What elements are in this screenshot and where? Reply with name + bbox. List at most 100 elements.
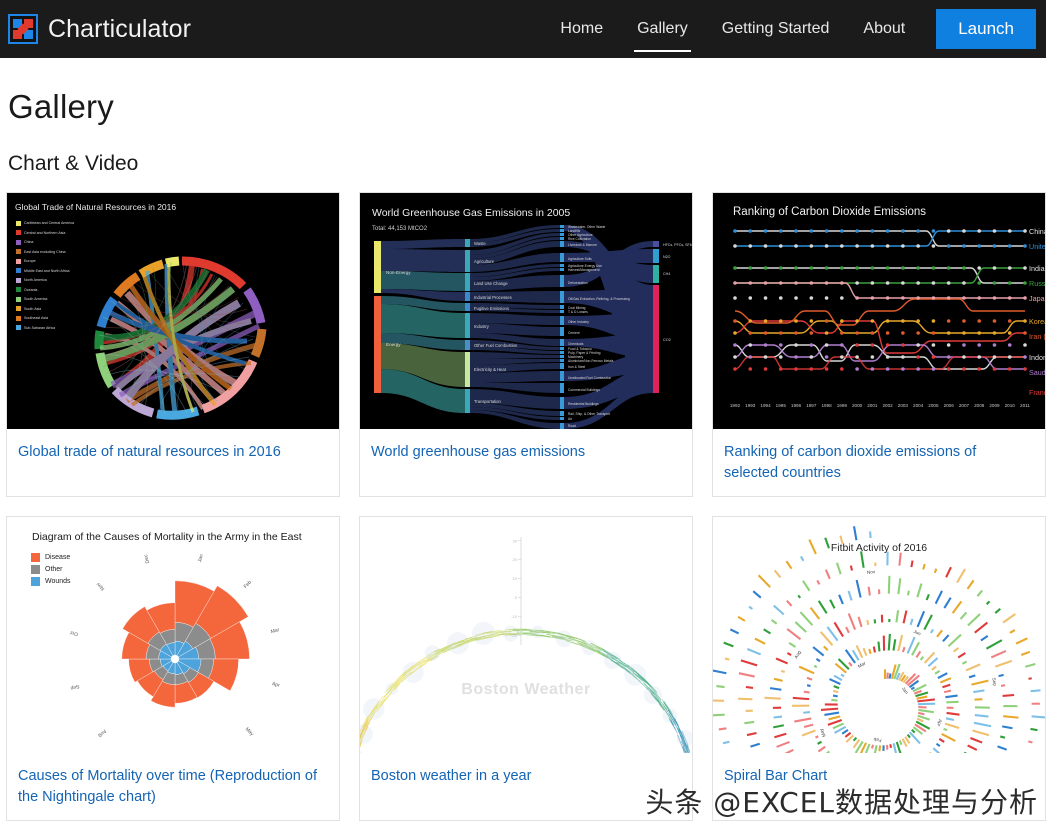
top-navbar: Charticulator Home Gallery Getting Start… [0, 0, 1046, 58]
svg-text:Other Fuel Combustion: Other Fuel Combustion [474, 343, 518, 348]
legend-swatch [16, 239, 21, 245]
chart-thumbnail-bump[interactable]: China United India Russia Japan Korea, I… [713, 193, 1045, 429]
radial-weather-chart: -20 -10 0 10 20 30 [360, 537, 692, 753]
svg-text:Apr: Apr [271, 681, 280, 689]
chart-thumbnail-boston-weather[interactable]: -20 -10 0 10 20 30 Boston Weather [360, 517, 692, 753]
svg-text:Livestock & Manure: Livestock & Manure [568, 243, 597, 247]
svg-text:2003: 2003 [898, 403, 909, 408]
svg-text:India: India [1029, 264, 1045, 273]
card-caption[interactable]: Causes of Mortality over time (Reproduct… [7, 753, 339, 808]
legend-item: East Asia excluding China [16, 248, 74, 256]
svg-text:Rice Cultivation: Rice Cultivation [568, 237, 591, 241]
legend-swatch [16, 268, 21, 273]
svg-text:2006: 2006 [944, 403, 955, 408]
svg-text:HFCs, PFCs, SF6: HFCs, PFCs, SF6 [663, 243, 692, 247]
svg-text:Japan: Japan [1029, 294, 1045, 303]
svg-text:Mar: Mar [857, 660, 867, 669]
card-caption[interactable]: World greenhouse gas emissions [360, 429, 692, 463]
legend-item: Wounds [31, 577, 71, 586]
legend-label: Southeast Asia [24, 316, 48, 320]
svg-text:2010: 2010 [1005, 403, 1016, 408]
svg-text:Transportation: Transportation [474, 399, 502, 404]
legend-swatch [16, 220, 21, 226]
gallery-card[interactable]: China United India Russia Japan Korea, I… [712, 192, 1046, 497]
svg-text:Jan: Jan [901, 686, 910, 695]
svg-text:Industry: Industry [474, 324, 490, 329]
nav-link-gallery[interactable]: Gallery [620, 0, 705, 58]
legend-label: South America [24, 297, 48, 301]
svg-text:Aluminium/Non-Ferrous Metals: Aluminium/Non-Ferrous Metals [568, 359, 614, 363]
svg-text:Harvest/Management: Harvest/Management [568, 268, 600, 272]
charticulator-logo-icon [8, 14, 38, 44]
brand[interactable]: Charticulator [0, 14, 191, 44]
legend-item: South America [16, 295, 74, 303]
svg-text:United: United [1029, 242, 1045, 251]
svg-text:Rail, Ship, & Other Transport: Rail, Ship, & Other Transport [568, 412, 610, 416]
svg-text:1998: 1998 [821, 403, 832, 408]
legend-item: North America [16, 276, 74, 284]
svg-text:Oil/Gas Extraction, Refining,: Oil/Gas Extraction, Refining, & Processi… [568, 297, 630, 301]
svg-text:CH4: CH4 [663, 272, 670, 276]
svg-text:Waste: Waste [474, 241, 486, 246]
card-caption[interactable]: Global trade of natural resources in 201… [7, 429, 339, 463]
svg-text:1994: 1994 [760, 403, 771, 408]
svg-text:-20: -20 [511, 633, 518, 638]
svg-text:N2O: N2O [663, 255, 671, 259]
svg-text:Road: Road [568, 424, 576, 428]
card-caption[interactable]: Ranking of carbon dioxide emissions of s… [713, 429, 1045, 484]
svg-text:Sep: Sep [991, 677, 998, 686]
legend-item: Disease [31, 553, 71, 562]
svg-text:2000: 2000 [852, 403, 863, 408]
card-caption[interactable]: Spiral Bar Chart [713, 753, 1045, 787]
svg-text:10: 10 [513, 576, 518, 581]
chart-thumbnail-spiral[interactable]: JanFebMarAprMayJunJulAugSepOctNovDec Fit… [713, 517, 1045, 753]
launch-button[interactable]: Launch [936, 9, 1036, 49]
svg-text:2005: 2005 [928, 403, 939, 408]
legend-swatch [16, 287, 21, 292]
svg-text:Agriculture: Agriculture [474, 259, 495, 264]
svg-text:Jan: Jan [197, 553, 205, 563]
nav-link-getting-started[interactable]: Getting Started [705, 0, 847, 58]
gallery-card[interactable]: Non-Energy Energy Waste Agriculture Land… [359, 192, 693, 497]
legend-item: China [16, 238, 74, 246]
nav-link-about[interactable]: About [846, 0, 922, 58]
legend-label: Europe [24, 259, 36, 263]
chart-thumbnail-nightingale[interactable]: JanFebMarAprMayJunJulAugSepOctNovDec Dia… [7, 517, 339, 753]
svg-text:Residential Buildings: Residential Buildings [568, 402, 599, 406]
svg-text:2011: 2011 [1020, 403, 1030, 408]
chart-thumbnail-sankey[interactable]: Non-Energy Energy Waste Agriculture Land… [360, 193, 692, 429]
svg-text:CO2: CO2 [663, 338, 671, 342]
legend-item: Oceania [16, 286, 74, 294]
gallery-card[interactable]: Global Trade of Natural Resources in 201… [6, 192, 340, 497]
gallery-card[interactable]: JanFebMarAprMayJunJulAugSepOctNovDec Fit… [712, 516, 1046, 821]
svg-text:Chemicals: Chemicals [568, 342, 584, 346]
svg-text:Fugitive Emissions: Fugitive Emissions [474, 306, 509, 311]
legend-swatch [16, 230, 21, 235]
legend-label: Wounds [45, 578, 71, 585]
card-caption[interactable]: Boston weather in a year [360, 753, 692, 787]
svg-text:Nov: Nov [95, 581, 106, 592]
gallery-card[interactable]: -20 -10 0 10 20 30 Boston Weather Boston weat… [359, 516, 693, 821]
svg-text:Dec: Dec [143, 553, 151, 564]
gallery-card[interactable]: JanFebMarAprMayJunJulAugSepOctNovDec Dia… [6, 516, 340, 821]
svg-text:Unallocated Fuel Combustion: Unallocated Fuel Combustion [568, 376, 611, 380]
svg-text:China: China [1029, 227, 1045, 236]
nav-link-home[interactable]: Home [543, 0, 620, 58]
legend-swatch [16, 325, 21, 330]
svg-text:1992: 1992 [730, 403, 741, 408]
legend-item: Other [31, 565, 71, 574]
legend-label: Middle East and North Africa [24, 268, 70, 273]
legend-label: Caribbean and Central America [24, 221, 75, 225]
legend-swatch [16, 315, 21, 321]
legend-swatch [16, 296, 21, 302]
page-title: Gallery [8, 88, 114, 125]
svg-text:2002: 2002 [883, 403, 894, 408]
nav-links: Home Gallery Getting Started About Launc… [543, 0, 1046, 58]
svg-text:Indon: Indon [1029, 353, 1045, 362]
chart-title: Fitbit Activity of 2016 [830, 542, 928, 554]
svg-text:Iran (I: Iran (I [1029, 332, 1045, 341]
chart-thumbnail-chord[interactable]: Global Trade of Natural Resources in 201… [7, 193, 339, 429]
chart-watermark-title: Boston Weather [461, 681, 591, 698]
svg-text:2004: 2004 [913, 403, 924, 408]
legend-swatch [16, 306, 21, 311]
